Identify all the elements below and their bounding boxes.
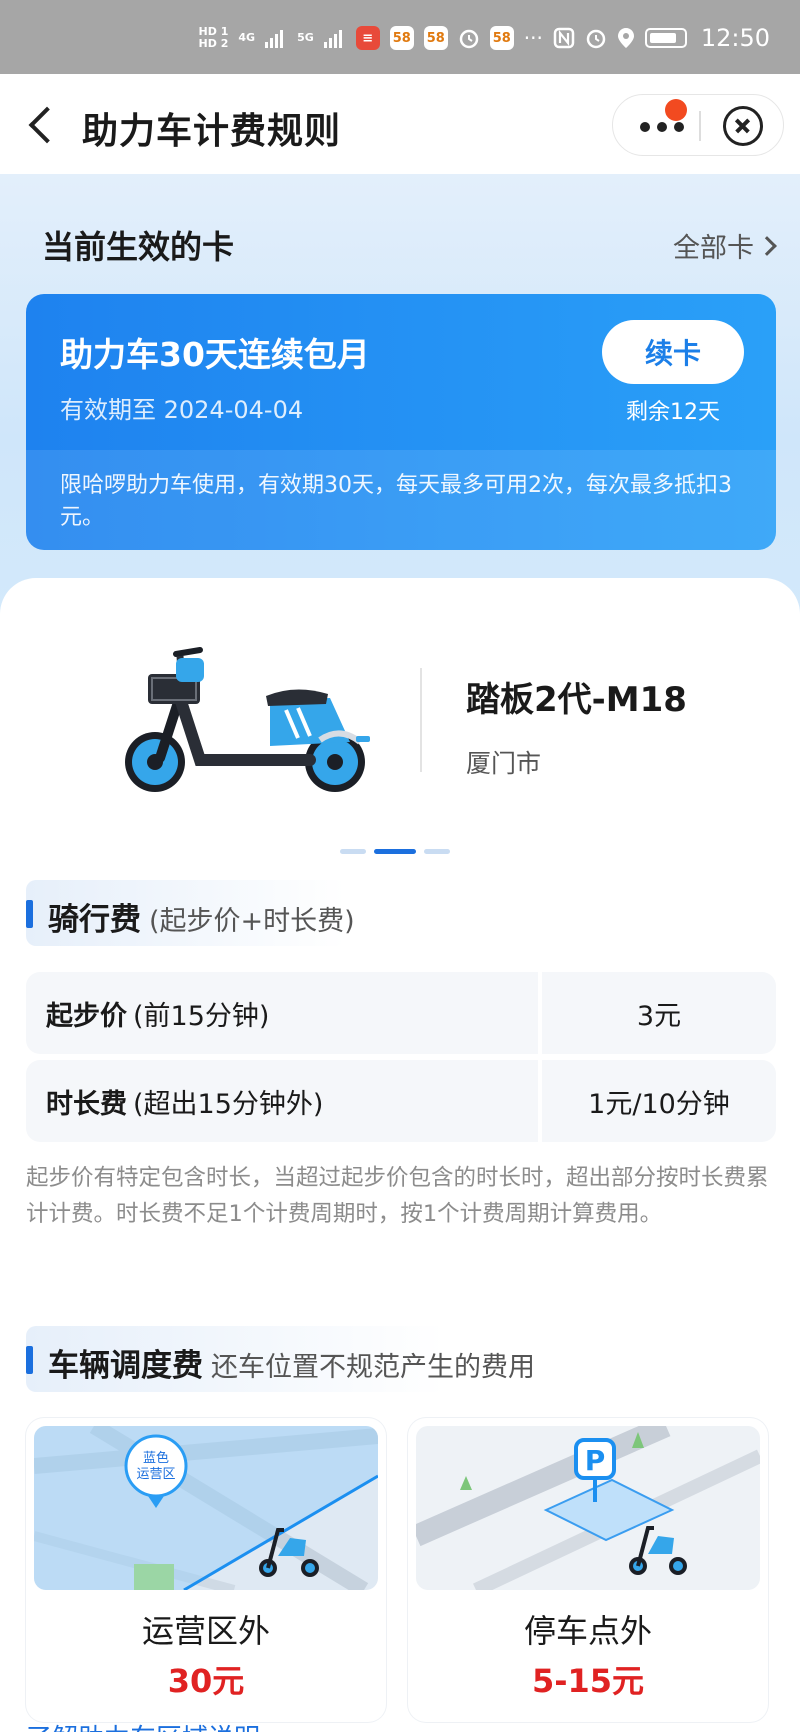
location-icon <box>617 28 634 48</box>
zone-info-link[interactable]: 了解助力车区域说明 > <box>26 1718 290 1732</box>
chevron-right-icon <box>757 235 777 256</box>
zone-map-label: 运营区 <box>136 1467 175 1482</box>
page-title: 助力车计费规则 <box>82 111 342 152</box>
miniapp-capsule <box>612 94 784 156</box>
operating-zone-map-image: 蓝色 运营区 <box>34 1426 378 1590</box>
notification-dot-icon <box>665 99 687 121</box>
pass-title: 助力车30天连续包月 <box>60 335 370 374</box>
outside-parking-card[interactable]: P 停车点外 5-15元 <box>408 1418 768 1722</box>
carousel-indicator <box>340 849 450 854</box>
back-arrow-icon[interactable] <box>24 102 64 146</box>
fee-detail: (前15分钟) <box>133 1000 270 1032</box>
carousel-dot-active[interactable] <box>374 849 416 854</box>
parking-sign-icon: P <box>585 1444 606 1477</box>
network-5g-label: 5G <box>297 31 314 44</box>
sim2-label: HD 2 <box>198 37 229 50</box>
remaining-days: 剩余12天 <box>626 400 720 425</box>
monthly-pass-card: 助力车30天连续包月 有效期至 2024-04-04 续卡 剩余12天 限哈啰助… <box>26 294 776 550</box>
fee-value: 3元 <box>542 972 776 1054</box>
pass-valid-until: 有效期至 2024-04-04 <box>60 396 304 424</box>
fee-name: 时长费 <box>46 1088 127 1120</box>
outside-zone-card[interactable]: 蓝色 运营区 运营区外 30元 <box>26 1418 386 1722</box>
nfc-icon <box>553 27 575 49</box>
renew-card-button[interactable]: 续卡 <box>602 320 744 384</box>
zone-name: 停车点外 <box>523 1612 652 1650</box>
scooter-image <box>125 647 370 792</box>
table-row: 起步价 (前15分钟) 3元 <box>26 972 776 1054</box>
fee-name: 起步价 <box>46 1000 127 1032</box>
vehicle-city: 厦门市 <box>466 749 542 778</box>
riding-fee-section-header: 骑行费 (起步价+时长费) <box>26 880 355 946</box>
carousel-dot[interactable] <box>340 849 366 854</box>
alarm-icon <box>459 29 478 49</box>
active-card-heading: 当前生效的卡 <box>42 228 235 266</box>
table-row: 时长费 (超出15分钟外) 1元/10分钟 <box>26 1060 776 1142</box>
app-58-icon: 58 <box>389 26 414 50</box>
dispatch-fee-subtitle: 还车位置不规范产生的费用 <box>211 1352 535 1383</box>
signal-icon <box>265 30 284 48</box>
pass-description: 限哈啰助力车使用，有效期30天，每天最多可用2次，每次最多抵扣3元。 <box>60 473 732 530</box>
pass-card-header: 助力车30天连续包月 有效期至 2024-04-04 续卡 剩余12天 <box>26 294 776 450</box>
nav-bar: 助力车计费规则 <box>0 74 800 174</box>
network-4g-label: 4G <box>238 31 256 44</box>
app-notification-icon: ≡ <box>355 26 380 50</box>
carousel-dot[interactable] <box>424 849 450 854</box>
app-58-icon: 58 <box>489 26 514 50</box>
riding-fee-note: 起步价有特定包含时长，当超过起步价包含的时长时，超出部分按时长费累计计费。时长费… <box>26 1165 769 1227</box>
battery-icon <box>644 28 687 48</box>
more-notifications-icon: ··· <box>523 26 543 50</box>
pass-card-footer: 限哈啰助力车使用，有效期30天，每天最多可用2次，每次最多抵扣3元。 <box>26 450 776 550</box>
fee-name-cell: 起步价 (前15分钟) <box>26 972 538 1054</box>
signal-icon <box>323 30 342 48</box>
fee-value: 1元/10分钟 <box>542 1060 776 1142</box>
zone-map-label: 蓝色 <box>143 1450 169 1466</box>
dispatch-fee-title-text: 车辆调度费 <box>48 1348 203 1384</box>
riding-fee-title: 骑行费 (起步价+时长费) <box>48 894 355 939</box>
zone-price: 30元 <box>167 1662 245 1700</box>
fee-detail: (超出15分钟外) <box>133 1088 324 1120</box>
clock: 12:50 <box>700 24 770 52</box>
fee-table: 起步价 (前15分钟) 3元 时长费 (超出15分钟外) 1元/10分钟 <box>26 972 776 1148</box>
riding-fee-subtitle: (起步价+时长费) <box>149 906 355 937</box>
fee-name-cell: 时长费 (超出15分钟外) <box>26 1060 538 1142</box>
riding-fee-title-text: 骑行费 <box>48 902 141 938</box>
status-bar: HD 1 HD 2 4G 5G ≡ 58 58 58 ··· 12:50 <box>0 0 800 74</box>
sim-indicator: HD 1 HD 2 <box>199 26 229 50</box>
vehicle-divider <box>420 668 422 772</box>
app-58-icon: 58 <box>423 26 448 50</box>
zone-price: 5-15元 <box>531 1662 645 1700</box>
all-cards-link[interactable]: 全部卡 <box>673 226 777 265</box>
dispatch-fee-section-header: 车辆调度费 还车位置不规范产生的费用 <box>26 1326 535 1392</box>
dispatch-fee-title: 车辆调度费 还车位置不规范产生的费用 <box>48 1340 535 1385</box>
close-circle-icon[interactable] <box>723 106 763 146</box>
vehicle-model: 踏板2代-M18 <box>466 680 687 720</box>
status-icons: HD 1 HD 2 4G 5G ≡ 58 58 58 ··· 12:50 <box>199 22 770 54</box>
alarm-icon <box>586 29 606 49</box>
zone-name: 运营区外 <box>141 1612 270 1650</box>
parking-spot-map-image: P <box>416 1426 760 1590</box>
capsule-divider <box>699 111 701 141</box>
all-cards-label: 全部卡 <box>673 233 754 264</box>
